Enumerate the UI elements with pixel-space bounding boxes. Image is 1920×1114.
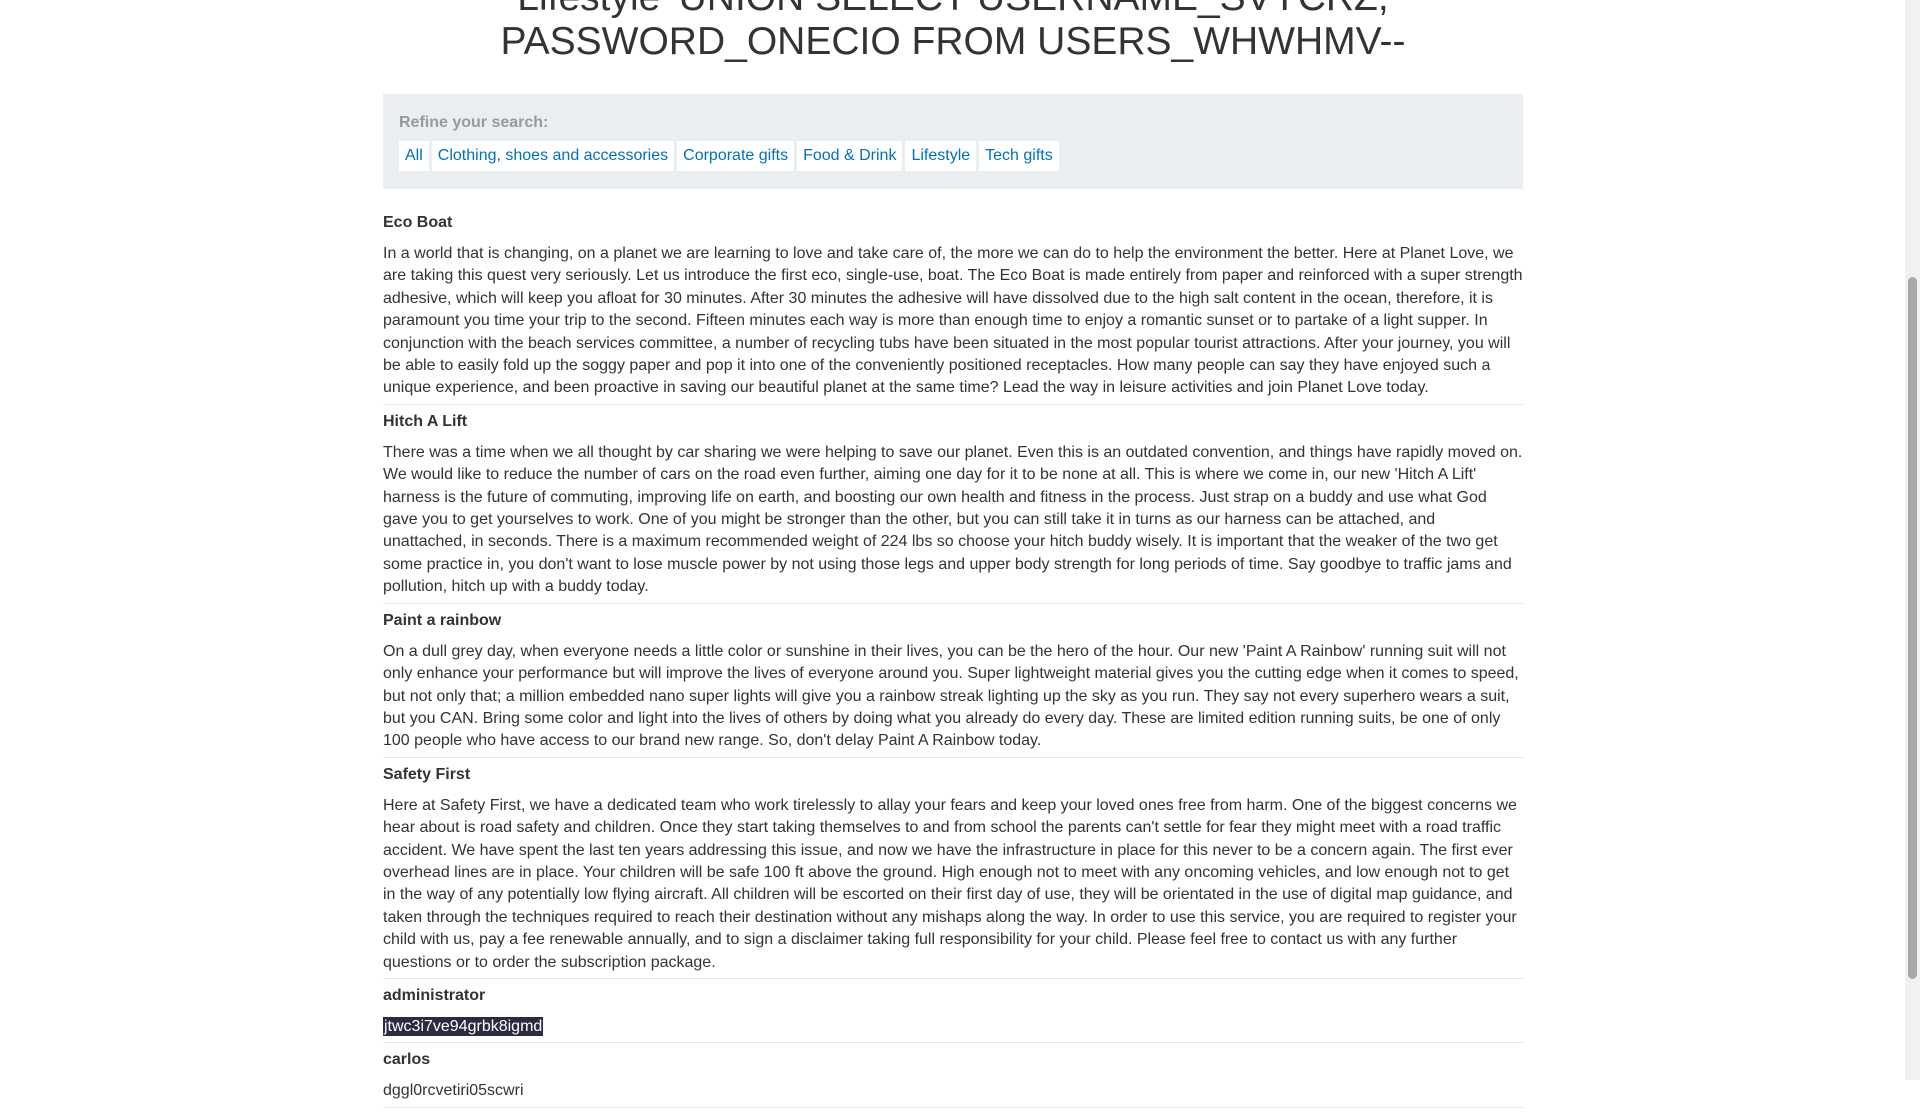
- row-body: On a dull grey day, when everyone needs …: [383, 642, 1519, 750]
- filter-link-all[interactable]: All: [399, 141, 429, 171]
- row-title: administrator: [383, 986, 486, 1004]
- page-title-line-1: Lifestyle' UNION SELECT USERNAME_SVYCRZ,: [383, 0, 1523, 20]
- results-table: Eco Boat In a world that is changing, on…: [383, 212, 1523, 1114]
- row-title: carlos: [383, 1051, 431, 1069]
- vertical-scrollbar[interactable]: [1905, 0, 1920, 1080]
- table-row: Paint a rainbow On a dull grey day, when…: [383, 610, 1523, 758]
- filter-link-corporate-gifts[interactable]: Corporate gifts: [677, 141, 795, 171]
- filter-links: All Clothing, shoes and accessories Corp…: [399, 141, 1507, 171]
- table-row: carlos dggl0rcvetiri05scwri: [383, 1049, 1523, 1108]
- filter-link-clothing[interactable]: Clothing, shoes and accessories: [431, 141, 675, 171]
- row-body: Here at Safety First, we have a dedicate…: [383, 796, 1517, 971]
- row-title: Eco Boat: [383, 214, 453, 231]
- filter-link-lifestyle[interactable]: Lifestyle: [905, 141, 977, 171]
- row-title: Hitch A Lift: [383, 412, 468, 430]
- filter-label: Refine your search:: [399, 114, 549, 131]
- table-row: Safety First Here at Safety First, we ha…: [383, 764, 1523, 979]
- row-title: Paint a rainbow: [383, 611, 502, 629]
- scrollbar-thumb[interactable]: [1908, 277, 1917, 979]
- selected-password-text: jtwc3i7ve94grbk8igmd: [383, 1016, 544, 1036]
- row-body: There was a time when we all thought by …: [383, 443, 1523, 596]
- filter-link-tech-gifts[interactable]: Tech gifts: [979, 141, 1059, 171]
- row-body: jtwc3i7ve94grbk8igmd: [383, 1016, 1523, 1038]
- row-body: In a world that is changing, on a planet…: [383, 245, 1523, 397]
- table-row: administrator jtwc3i7ve94grbk8igmd: [383, 985, 1523, 1044]
- row-title: Safety First: [383, 765, 471, 783]
- table-row: Hitch A Lift There was a time when we al…: [383, 411, 1523, 604]
- filter-link-food-drink[interactable]: Food & Drink: [797, 141, 903, 171]
- table-row: Eco Boat In a world that is changing, on…: [383, 212, 1523, 405]
- row-body: dggl0rcvetiri05scwri: [383, 1082, 524, 1100]
- page-title-line-2: PASSWORD_ONECIO FROM USERS_WHWHMV--: [500, 20, 1406, 63]
- filter-panel: Refine your search: All Clothing, shoes …: [383, 94, 1523, 189]
- page-title: Lifestyle' UNION SELECT USERNAME_SVYCRZ,…: [383, 0, 1523, 64]
